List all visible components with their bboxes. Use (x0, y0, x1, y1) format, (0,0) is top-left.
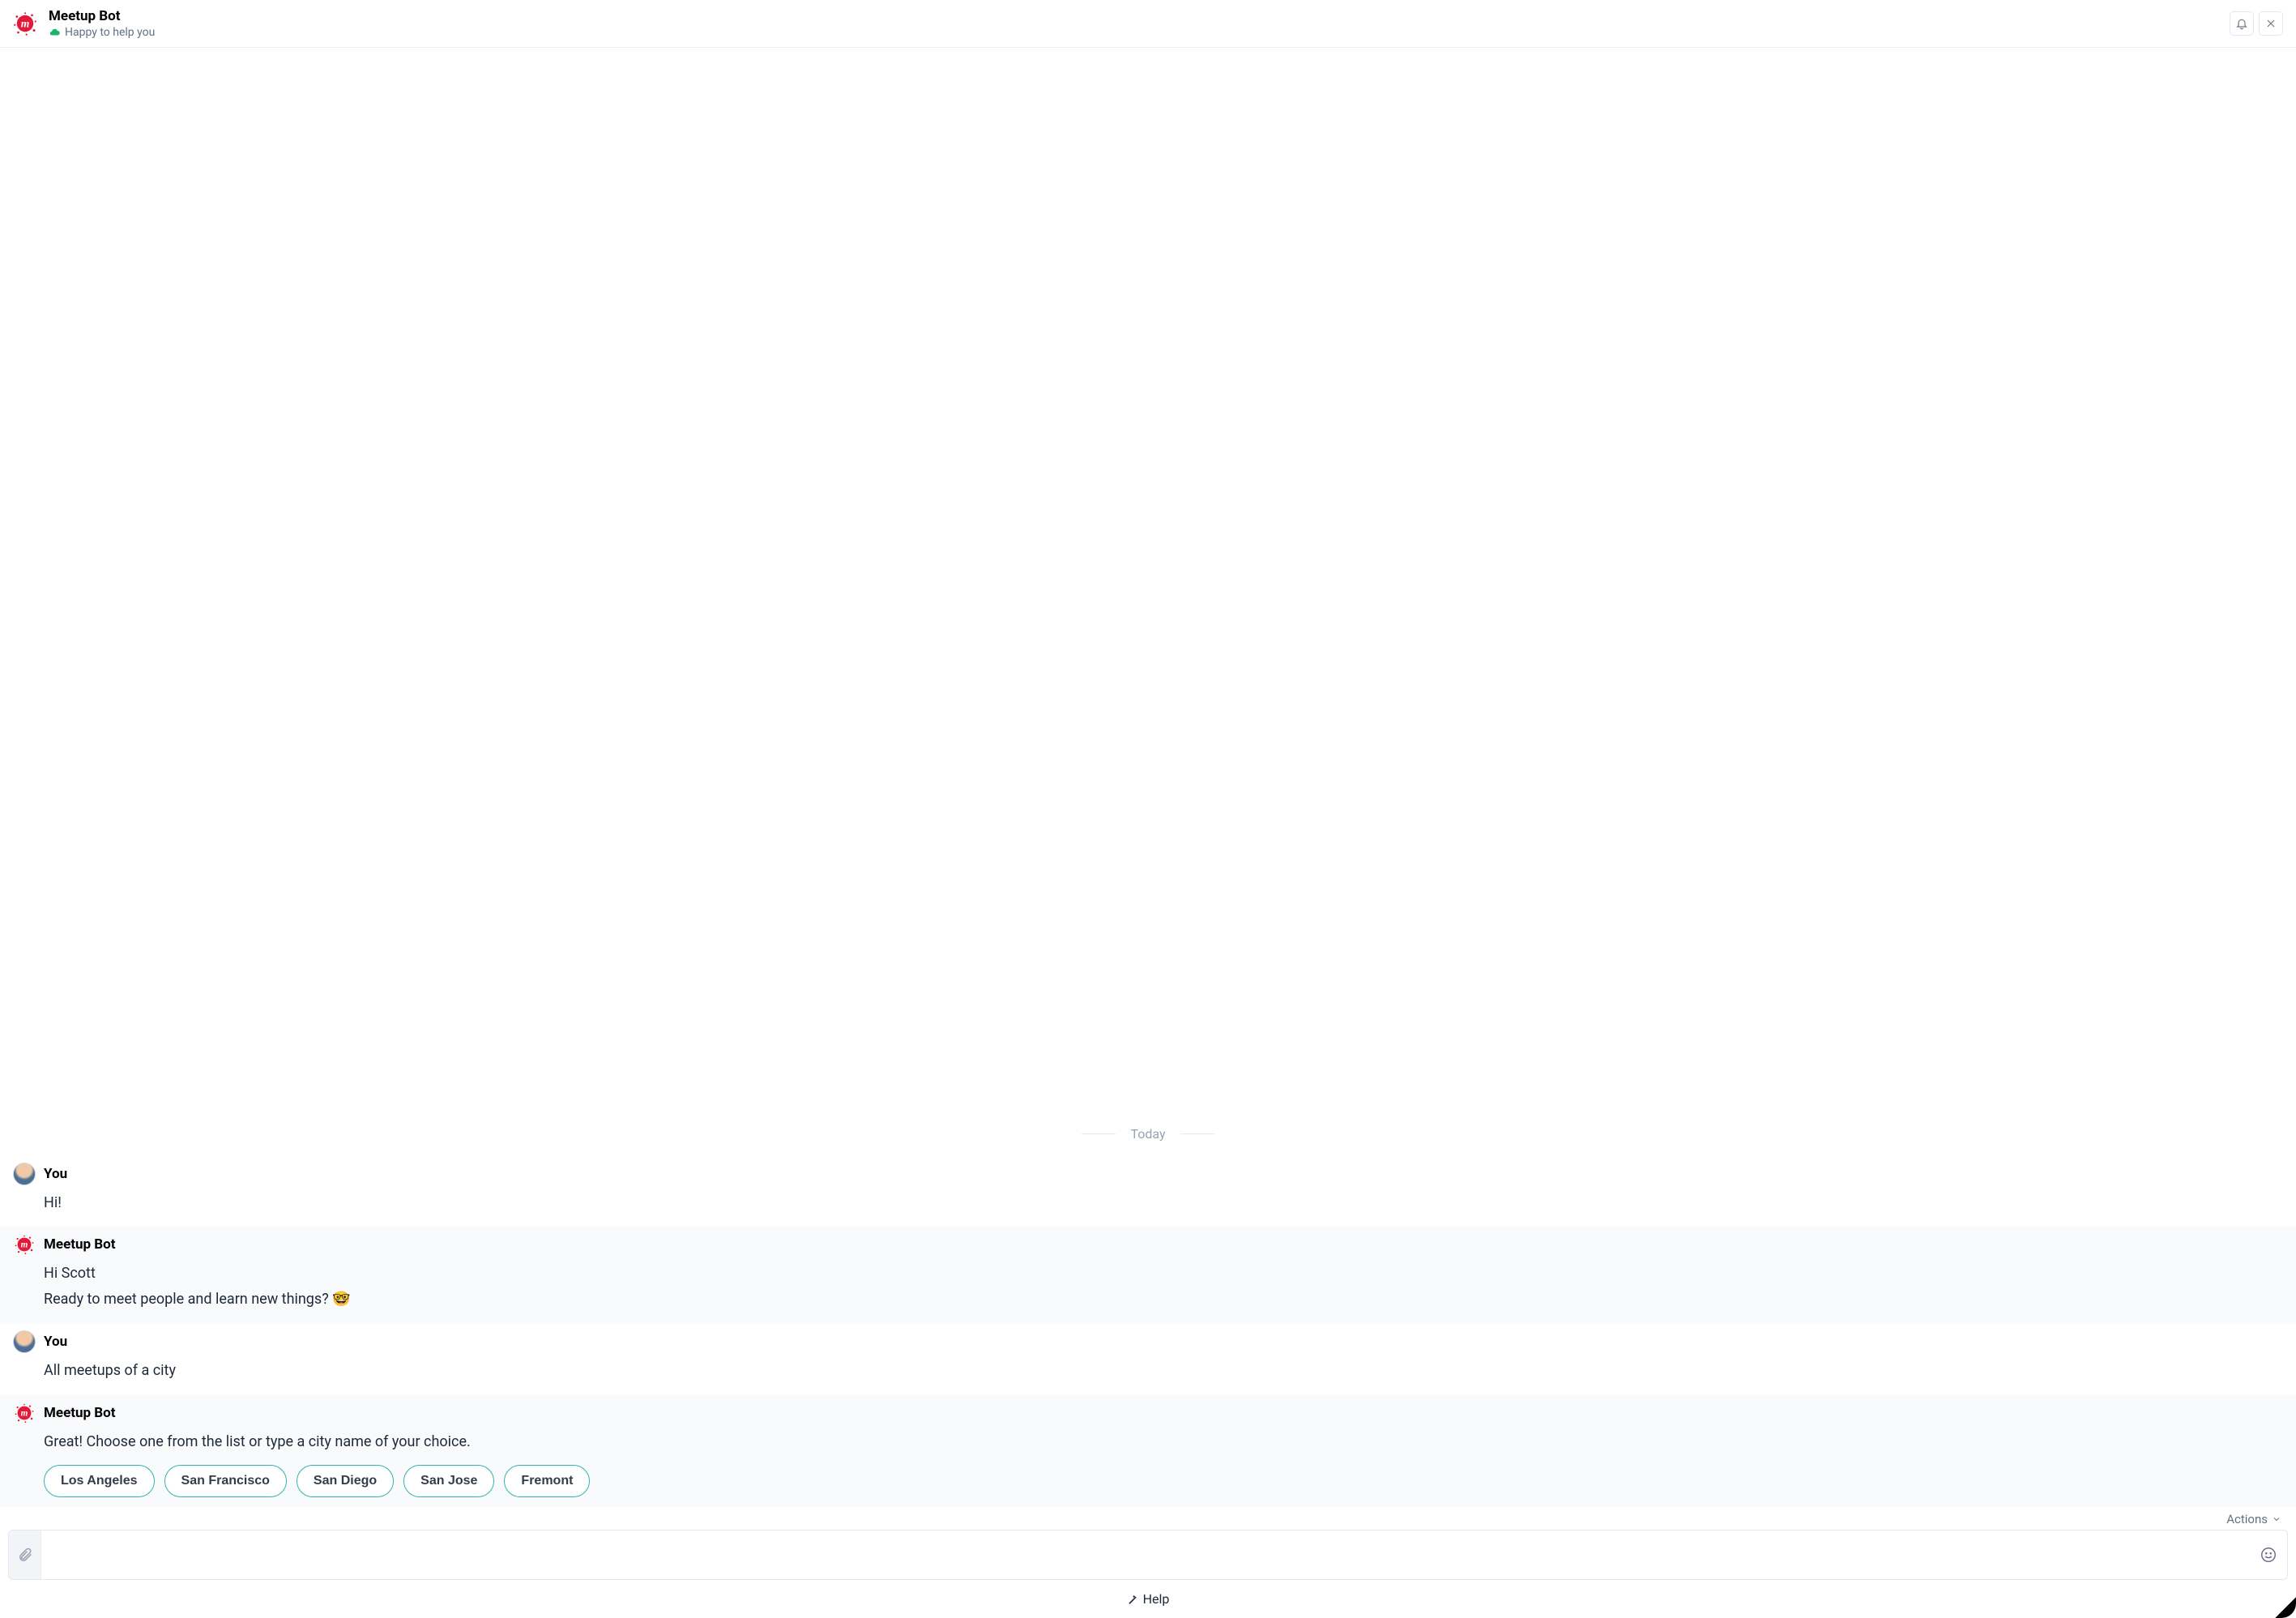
help-link[interactable]: Help (0, 1580, 2296, 1618)
message-sender: Meetup Bot (44, 1236, 116, 1253)
attach-button[interactable] (9, 1530, 41, 1579)
notifications-button[interactable] (2230, 11, 2254, 36)
close-icon (2264, 17, 2277, 30)
quick-reply-chip[interactable]: San Jose (403, 1465, 494, 1497)
message-text: Ready to meet people and learn new thing… (44, 1288, 2283, 1311)
avatar (13, 1330, 36, 1353)
actions-label: Actions (2226, 1512, 2268, 1526)
svg-text:m: m (21, 1409, 28, 1419)
date-separator-label: Today (1130, 1126, 1165, 1142)
message-text: All meetups of a city (44, 1360, 2283, 1382)
message-group: You Hi! (0, 1156, 2296, 1227)
message-text: Hi Scott (44, 1262, 2283, 1285)
message-group: m Meetup Bot Hi Scott Ready to meet peop… (0, 1227, 2296, 1324)
cloud-online-icon (49, 27, 60, 38)
chat-header: m Meetup Bot Happy to help you (0, 0, 2296, 48)
emoji-button[interactable] (2250, 1530, 2287, 1579)
chevron-down-icon (2272, 1514, 2281, 1524)
quick-reply-chip[interactable]: San Francisco (164, 1465, 287, 1497)
message-text: Great! Choose one from the list or type … (44, 1431, 2283, 1454)
avatar: m (13, 1402, 36, 1424)
quick-reply-chip[interactable]: San Diego (297, 1465, 394, 1497)
message-sender: You (44, 1166, 67, 1182)
avatar: m (13, 1233, 36, 1256)
paperclip-icon (17, 1547, 33, 1563)
quick-reply-chip[interactable]: Los Angeles (44, 1465, 155, 1497)
message-input[interactable] (41, 1530, 2250, 1579)
conversation-scroll[interactable]: Today You Hi! m Meetup Bot Hi Scott Read… (0, 48, 2296, 1507)
meetup-logo-icon: m (11, 10, 39, 37)
bot-title: Meetup Bot (49, 8, 2220, 25)
actions-menu[interactable]: Actions (8, 1507, 2288, 1530)
smile-icon (2260, 1546, 2277, 1564)
message-composer (8, 1530, 2288, 1580)
message-group: m Meetup Bot Great! Choose one from the … (0, 1395, 2296, 1507)
bell-icon (2235, 17, 2248, 30)
magic-wand-icon (1127, 1594, 1138, 1605)
message-group: You All meetups of a city (0, 1324, 2296, 1395)
message-text: Hi! (44, 1192, 2283, 1215)
help-label: Help (1143, 1591, 1170, 1607)
svg-text:m: m (21, 17, 30, 29)
date-separator: Today (0, 1116, 2296, 1156)
status-text: Happy to help you (65, 26, 155, 39)
bot-status: Happy to help you (49, 26, 2220, 39)
close-button[interactable] (2259, 11, 2283, 36)
avatar (13, 1163, 36, 1185)
svg-text:m: m (21, 1240, 28, 1250)
message-sender: You (44, 1334, 67, 1350)
message-sender: Meetup Bot (44, 1405, 116, 1421)
quick-reply-chip[interactable]: Fremont (504, 1465, 590, 1497)
